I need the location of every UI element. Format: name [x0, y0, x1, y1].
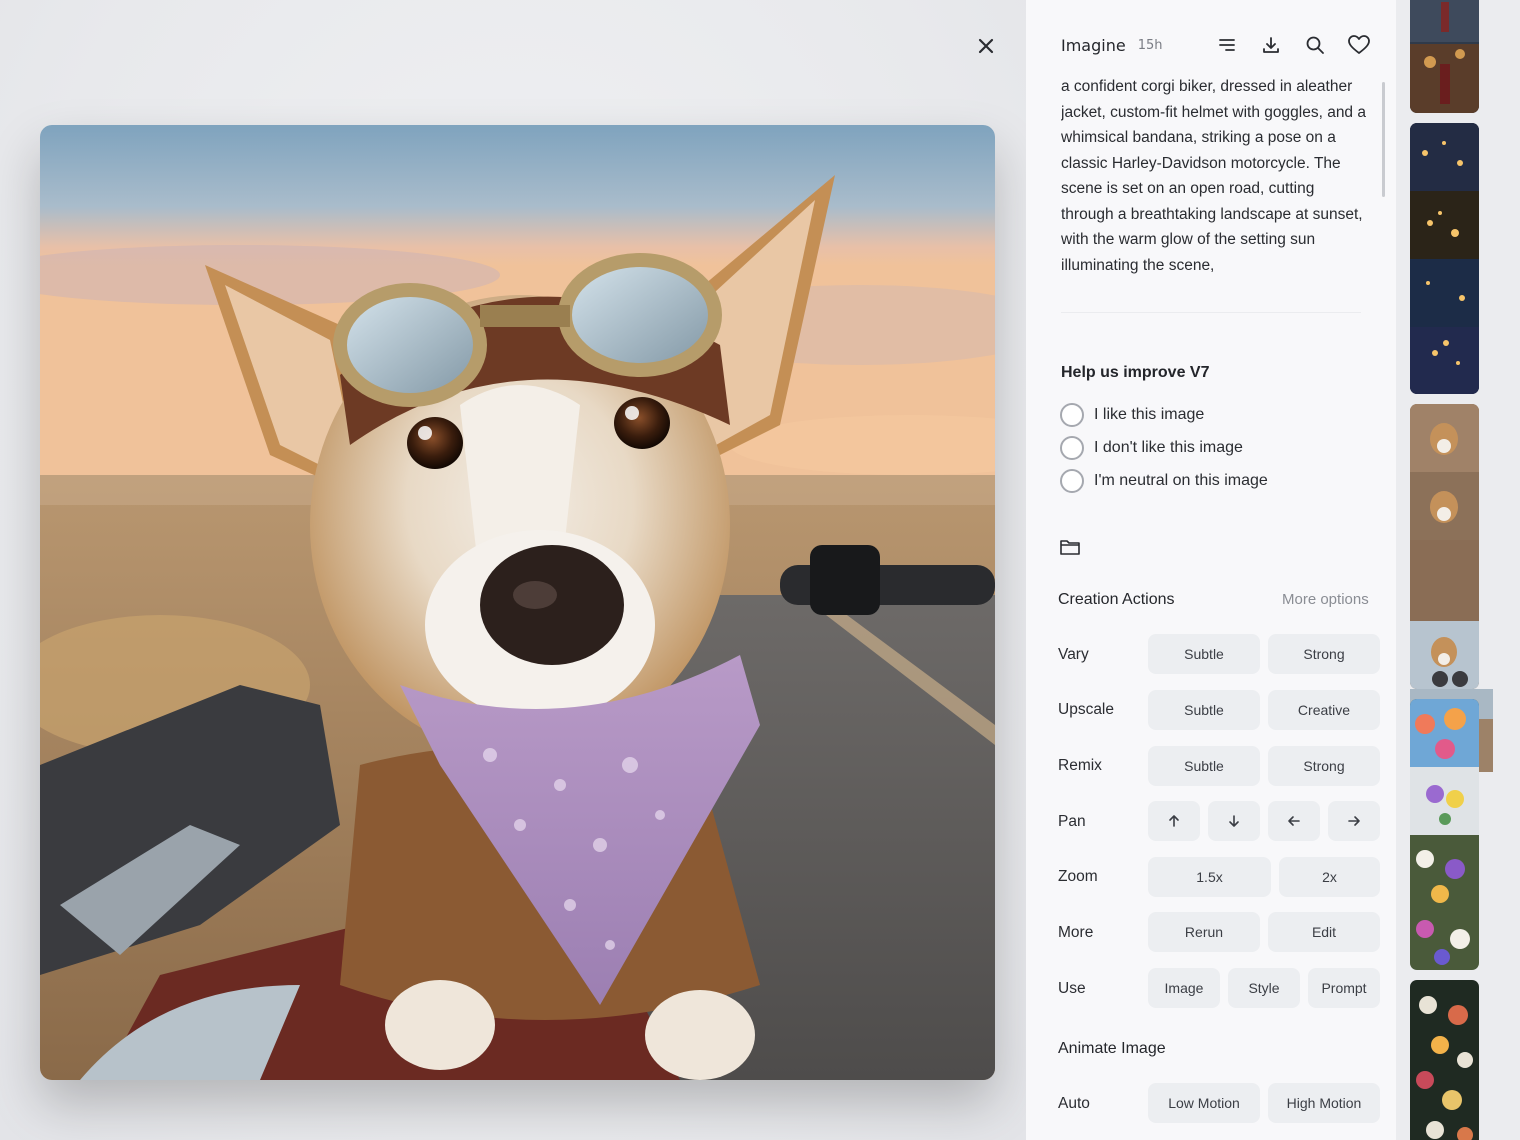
creation-age: 15h [1137, 37, 1163, 53]
creation-actions-title: Creation Actions [1058, 591, 1175, 608]
search-icon[interactable] [1303, 33, 1327, 57]
arrow-left-icon [1288, 816, 1300, 826]
vary-subtle-button[interactable]: Subtle [1148, 634, 1260, 674]
thumbnail-group-night[interactable] [1410, 123, 1479, 394]
folder-icon [1060, 540, 1080, 555]
pan-up-button[interactable] [1148, 801, 1200, 841]
pan-down-button[interactable] [1208, 801, 1260, 841]
zoom-1-5x-button[interactable]: 1.5x [1148, 857, 1271, 897]
prompt-text: a confident corgi biker, dressed in alea… [1061, 78, 1366, 274]
radio-button[interactable] [1060, 469, 1084, 493]
image-viewer [0, 0, 1026, 1140]
remix-subtle-button[interactable]: Subtle [1148, 746, 1260, 786]
high-motion-button[interactable]: High Motion [1268, 1083, 1380, 1123]
feedback-neutral-option[interactable]: I'm neutral on this image [1060, 468, 1268, 494]
folder-button[interactable] [1059, 537, 1081, 559]
radio-button[interactable] [1060, 436, 1084, 460]
thumbnail-corgi-set[interactable] [1410, 404, 1479, 689]
close-button[interactable] [972, 32, 1000, 60]
thumbnail-group-street[interactable] [1410, 0, 1479, 113]
use-prompt-button[interactable]: Prompt [1308, 968, 1380, 1008]
feedback-neutral-label: I'm neutral on this image [1094, 472, 1268, 489]
thumbnail-dark-flowers[interactable] [1410, 980, 1479, 1140]
feedback-dislike-option[interactable]: I don't like this image [1060, 435, 1243, 461]
download-icon[interactable] [1259, 33, 1283, 57]
use-label: Use [1058, 980, 1086, 997]
thumbnail-strip[interactable] [1396, 0, 1520, 1140]
arrow-right-icon [1348, 816, 1360, 826]
feedback-like-label: I like this image [1094, 406, 1205, 423]
auto-label: Auto [1058, 1095, 1090, 1112]
animate-image-title: Animate Image [1058, 1040, 1166, 1057]
details-panel: Imagine 15h a confident corgi biker, dre… [1026, 0, 1396, 1140]
thumbnail-group-dark-flowers[interactable] [1410, 980, 1479, 1140]
feedback-like-option[interactable]: I like this image [1060, 402, 1204, 428]
upscale-label: Upscale [1058, 701, 1114, 718]
thumbnail-group-flowers[interactable] [1410, 699, 1479, 970]
prompt-scrollbar[interactable] [1382, 82, 1386, 312]
remix-label: Remix [1058, 757, 1102, 774]
feedback-dislike-label: I don't like this image [1094, 439, 1243, 456]
vary-strong-button[interactable]: Strong [1268, 634, 1380, 674]
scrollbar-thumb[interactable] [1382, 82, 1385, 197]
feedback-title: Help us improve V7 [1061, 364, 1210, 381]
low-motion-button[interactable]: Low Motion [1148, 1083, 1260, 1123]
list-icon[interactable] [1215, 33, 1239, 57]
edit-button[interactable]: Edit [1268, 912, 1380, 952]
app-name: Imagine [1061, 35, 1126, 55]
pan-right-button[interactable] [1328, 801, 1380, 841]
upscale-subtle-button[interactable]: Subtle [1148, 690, 1260, 730]
vary-label: Vary [1058, 646, 1089, 663]
more-label: More [1058, 924, 1094, 941]
pan-left-button[interactable] [1268, 801, 1320, 841]
zoom-label: Zoom [1058, 868, 1098, 885]
divider [1061, 312, 1361, 313]
arrow-up-icon [1169, 815, 1179, 827]
more-options-link[interactable]: More options [1282, 591, 1369, 608]
use-style-button[interactable]: Style [1228, 968, 1300, 1008]
close-icon [978, 38, 994, 54]
remix-strong-button[interactable]: Strong [1268, 746, 1380, 786]
thumbnail-group-corgi[interactable] [1410, 404, 1493, 772]
upscale-creative-button[interactable]: Creative [1268, 690, 1380, 730]
heart-icon[interactable] [1347, 33, 1371, 57]
thumbnail-flowers[interactable] [1410, 699, 1479, 970]
main-image[interactable] [40, 125, 995, 1080]
rerun-button[interactable]: Rerun [1148, 912, 1260, 952]
use-image-button[interactable]: Image [1148, 968, 1220, 1008]
thumbnail-street[interactable] [1410, 0, 1479, 113]
pan-label: Pan [1058, 813, 1086, 830]
thumbnail-night[interactable] [1410, 123, 1479, 394]
radio-button[interactable] [1060, 403, 1084, 427]
panel-header: Imagine 15h [1061, 30, 1381, 60]
header-toolbar [1215, 33, 1371, 57]
arrow-down-icon [1229, 815, 1239, 827]
zoom-2x-button[interactable]: 2x [1279, 857, 1380, 897]
